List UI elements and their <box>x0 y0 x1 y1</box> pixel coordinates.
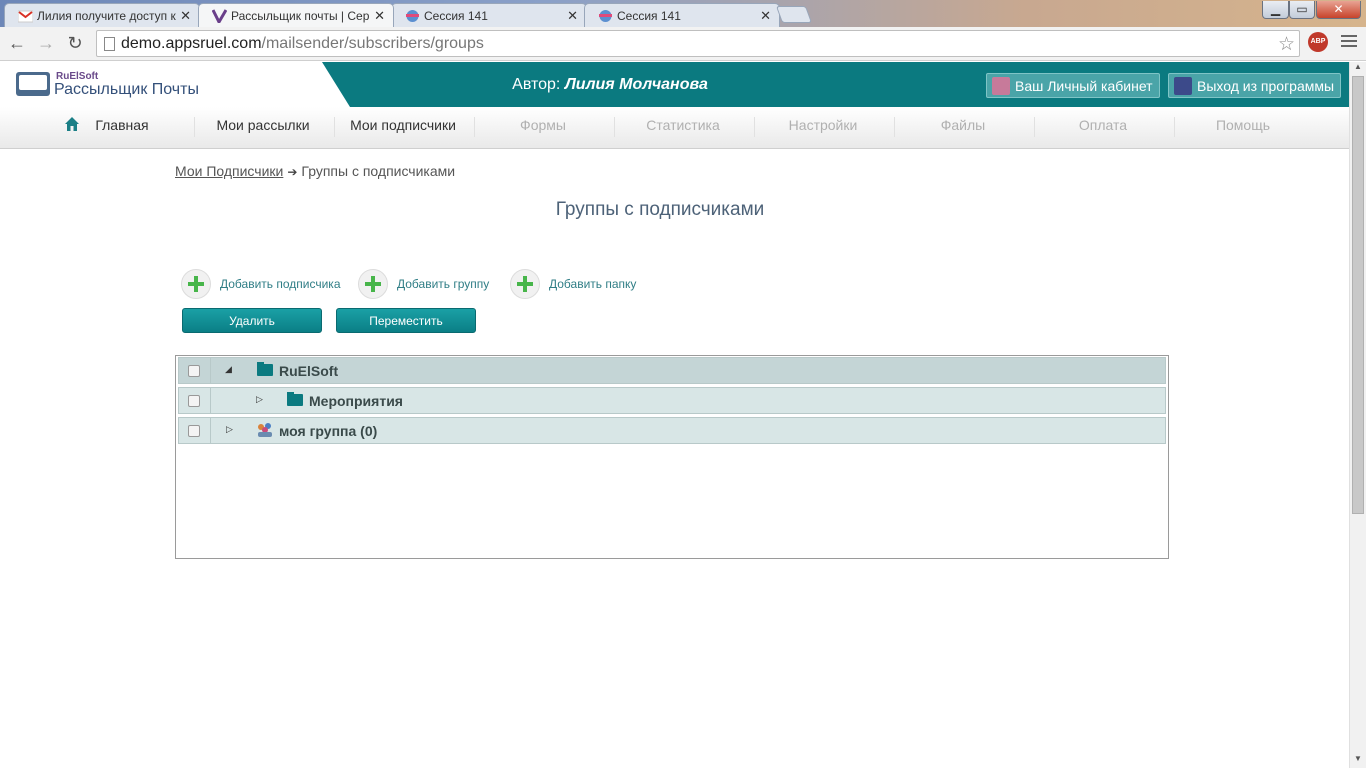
address-bar[interactable]: demo.appsruel.com/mailsender/subscribers… <box>96 30 1300 57</box>
arrow-right-icon: ➔ <box>287 165 298 179</box>
reload-button[interactable]: ↻ <box>64 33 86 54</box>
browser-tab-gmail[interactable]: Лилия получите доступ к ✕ <box>4 3 200 27</box>
page: RuElSoft Рассыльщик Почты Автор: Лилия М… <box>0 62 1349 768</box>
lock-icon <box>992 77 1010 95</box>
collapse-triangle-icon[interactable]: ◢ <box>225 364 232 375</box>
ruelsoft-icon <box>212 9 227 23</box>
scroll-down-icon[interactable]: ▼ <box>1350 754 1366 768</box>
main-nav: Главная Мои рассылки Мои подписчики Форм… <box>0 107 1349 149</box>
back-button[interactable]: ← <box>6 33 28 54</box>
nav-payment[interactable]: Оплата <box>1033 107 1173 149</box>
site-header: RuElSoft Рассыльщик Почты Автор: Лилия М… <box>0 62 1349 107</box>
new-tab-button[interactable] <box>775 6 813 23</box>
folder-icon <box>257 362 273 376</box>
tree-row[interactable]: ▷ моя группа (0) <box>178 417 1166 444</box>
browser-tab-session-1[interactable]: Сессия 141 ✕ <box>391 3 587 27</box>
author-name: Лилия Молчанова <box>564 76 708 93</box>
groups-tree: ◢ RuElSoft ▷ Мероприятия ▷ моя группа (0… <box>175 355 1169 559</box>
author-line: Автор: Лилия Молчанова <box>512 76 708 93</box>
url-host: demo.appsruel.com <box>121 35 262 52</box>
page-scrollbar[interactable]: ▲ ▼ <box>1349 62 1366 768</box>
scroll-up-icon[interactable]: ▲ <box>1350 62 1366 76</box>
nav-home[interactable]: Главная <box>52 107 192 149</box>
delete-button[interactable]: Удалить <box>182 308 322 333</box>
gmail-icon <box>18 10 33 23</box>
row-divider <box>210 418 211 443</box>
plus-icon <box>181 269 211 299</box>
close-window-button[interactable]: ✕ <box>1316 1 1361 19</box>
browser-tab-mailsender[interactable]: Рассыльщик почты | Сер ✕ <box>198 3 394 27</box>
url-path: /mailsender/subscribers/groups <box>261 35 484 52</box>
tab-close-icon[interactable]: ✕ <box>760 8 771 24</box>
expand-triangle-icon[interactable]: ▷ <box>226 424 233 435</box>
logo-title: Рассыльщик Почты <box>54 81 199 98</box>
tab-close-icon[interactable]: ✕ <box>567 8 578 24</box>
nav-forms[interactable]: Формы <box>473 107 613 149</box>
row-checkbox[interactable] <box>188 395 200 407</box>
logo[interactable]: RuElSoft Рассыльщик Почты <box>0 62 350 107</box>
door-icon <box>1174 77 1192 95</box>
row-divider <box>210 388 211 413</box>
page-title: Группы с подписчиками <box>555 199 765 220</box>
tree-row[interactable]: ▷ Мероприятия <box>178 387 1166 414</box>
globe-icon <box>599 10 612 22</box>
nav-my-mailings[interactable]: Мои рассылки <box>193 107 333 149</box>
adblock-icon[interactable]: ABP <box>1308 32 1328 52</box>
nav-my-subscribers[interactable]: Мои подписчики <box>333 107 473 149</box>
breadcrumb: Мои Подписчики ➔ Группы с подписчиками <box>175 163 455 179</box>
folder-icon <box>287 392 303 406</box>
nav-settings[interactable]: Настройки <box>753 107 893 149</box>
tree-item-name[interactable]: RuElSoft <box>279 363 338 379</box>
nav-statistics[interactable]: Статистика <box>613 107 753 149</box>
move-button[interactable]: Переместить <box>336 308 476 333</box>
browser-tabstrip: Лилия получите доступ к ✕ Рассыльщик поч… <box>0 0 1366 27</box>
scrollbar-thumb[interactable] <box>1352 76 1364 514</box>
bookmark-star-icon[interactable]: ☆ <box>1278 33 1295 56</box>
nav-files[interactable]: Файлы <box>893 107 1033 149</box>
page-icon <box>104 37 115 51</box>
row-divider <box>210 358 211 383</box>
row-checkbox[interactable] <box>188 425 200 437</box>
tab-close-icon[interactable]: ✕ <box>374 8 385 24</box>
tree-item-name[interactable]: моя группа (0) <box>279 423 377 439</box>
plus-icon <box>358 269 388 299</box>
forward-button[interactable]: → <box>35 33 57 54</box>
cabinet-button[interactable]: Ваш Личный кабинет <box>986 73 1160 98</box>
tree-row[interactable]: ◢ RuElSoft <box>178 357 1166 384</box>
expand-triangle-icon[interactable]: ▷ <box>256 394 263 405</box>
browser-tab-session-2[interactable]: Сессия 141 ✕ <box>584 3 780 27</box>
envelope-icon <box>16 72 50 96</box>
tab-close-icon[interactable]: ✕ <box>180 8 191 24</box>
row-checkbox[interactable] <box>188 365 200 377</box>
nav-help[interactable]: Помощь <box>1173 107 1313 149</box>
breadcrumb-current: Группы с подписчиками <box>301 163 456 179</box>
group-people-icon <box>258 423 272 437</box>
minimize-button[interactable]: ▁ <box>1262 1 1289 19</box>
browser-toolbar: ← → ↻ demo.appsruel.com/mailsender/subsc… <box>0 27 1366 61</box>
browser-menu-icon[interactable] <box>1341 35 1357 50</box>
tree-item-name[interactable]: Мероприятия <box>309 393 403 409</box>
maximize-button[interactable]: ▭ <box>1289 1 1315 19</box>
breadcrumb-link[interactable]: Мои Подписчики <box>175 163 283 179</box>
plus-icon <box>510 269 540 299</box>
globe-icon <box>406 10 419 22</box>
exit-button[interactable]: Выход из программы <box>1168 73 1342 98</box>
